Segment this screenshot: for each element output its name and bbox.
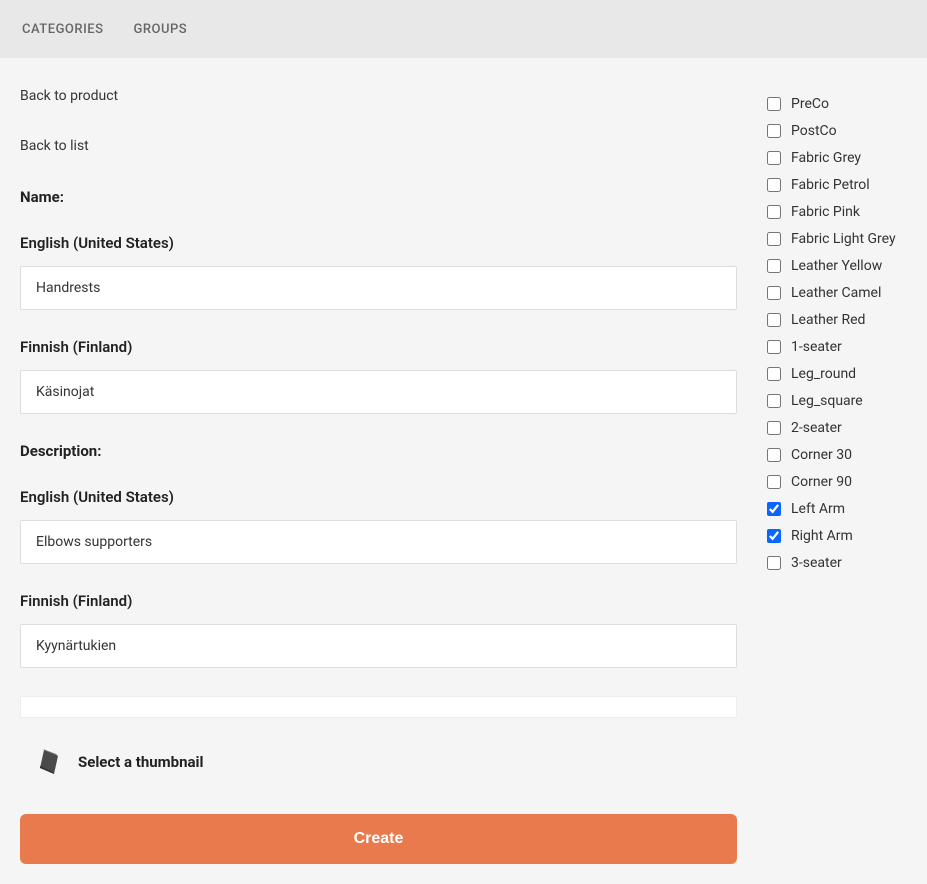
name-fi-label: Finnish (Finland) — [20, 338, 737, 356]
option-label[interactable]: PostCo — [791, 123, 837, 139]
option-checkbox[interactable] — [767, 556, 781, 570]
option-row: Fabric Light Grey — [767, 231, 907, 247]
options-panel: PreCo PostCo Fabric Grey Fabric Petrol Fabri… — [767, 88, 907, 884]
desc-en-input[interactable] — [20, 520, 737, 564]
option-row: 3-seater — [767, 555, 907, 571]
name-en-label: English (United States) — [20, 234, 737, 252]
desc-fi-input[interactable] — [20, 624, 737, 668]
option-label[interactable]: Right Arm — [791, 528, 853, 544]
tab-groups[interactable]: GROUPS — [133, 22, 187, 37]
option-checkbox[interactable] — [767, 313, 781, 327]
option-checkbox[interactable] — [767, 178, 781, 192]
option-checkbox[interactable] — [767, 259, 781, 273]
option-checkbox[interactable] — [767, 475, 781, 489]
option-checkbox[interactable] — [767, 124, 781, 138]
option-row: Fabric Pink — [767, 204, 907, 220]
option-label[interactable]: 3-seater — [791, 555, 842, 571]
option-checkbox[interactable] — [767, 367, 781, 381]
option-row: Corner 30 — [767, 447, 907, 463]
option-checkbox[interactable] — [767, 394, 781, 408]
option-label[interactable]: Leather Yellow — [791, 258, 882, 274]
option-checkbox[interactable] — [767, 529, 781, 543]
name-section-label: Name: — [20, 188, 737, 206]
option-row: 1-seater — [767, 339, 907, 355]
option-row: PostCo — [767, 123, 907, 139]
thumbnail-icon — [38, 748, 60, 776]
option-label[interactable]: Leg_round — [791, 366, 856, 382]
thumbnail-selector[interactable]: Select a thumbnail — [20, 748, 737, 776]
option-checkbox[interactable] — [767, 286, 781, 300]
option-label[interactable]: Fabric Grey — [791, 150, 861, 166]
create-button[interactable]: Create — [20, 814, 737, 864]
option-row: Leather Camel — [767, 285, 907, 301]
option-row: Right Arm — [767, 528, 907, 544]
option-row: Leg_square — [767, 393, 907, 409]
option-label[interactable]: PreCo — [791, 96, 829, 112]
option-label[interactable]: Corner 30 — [791, 447, 852, 463]
option-row: Fabric Grey — [767, 150, 907, 166]
option-label[interactable]: Fabric Pink — [791, 204, 860, 220]
option-checkbox[interactable] — [767, 151, 781, 165]
empty-bar — [20, 696, 737, 718]
desc-en-label: English (United States) — [20, 488, 737, 506]
option-row: Left Arm — [767, 501, 907, 517]
option-label[interactable]: Fabric Light Grey — [791, 231, 896, 247]
tab-categories[interactable]: CATEGORIES — [22, 22, 103, 37]
option-label[interactable]: 1-seater — [791, 339, 842, 355]
option-label[interactable]: 2-seater — [791, 420, 842, 436]
option-label[interactable]: Left Arm — [791, 501, 845, 517]
option-label[interactable]: Leather Camel — [791, 285, 881, 301]
option-checkbox[interactable] — [767, 502, 781, 516]
option-row: Corner 90 — [767, 474, 907, 490]
option-label[interactable]: Fabric Petrol — [791, 177, 870, 193]
back-to-list-link[interactable]: Back to list — [20, 138, 89, 154]
name-fi-input[interactable] — [20, 370, 737, 414]
desc-fi-label: Finnish (Finland) — [20, 592, 737, 610]
option-checkbox[interactable] — [767, 448, 781, 462]
option-label[interactable]: Leg_square — [791, 393, 863, 409]
option-checkbox[interactable] — [767, 97, 781, 111]
option-row: Leather Yellow — [767, 258, 907, 274]
option-checkbox[interactable] — [767, 421, 781, 435]
thumbnail-label: Select a thumbnail — [78, 753, 203, 771]
name-en-input[interactable] — [20, 266, 737, 310]
option-checkbox[interactable] — [767, 232, 781, 246]
option-label[interactable]: Corner 90 — [791, 474, 852, 490]
option-checkbox[interactable] — [767, 340, 781, 354]
option-row: PreCo — [767, 96, 907, 112]
option-row: Fabric Petrol — [767, 177, 907, 193]
back-to-product-link[interactable]: Back to product — [20, 88, 118, 104]
option-row: Leg_round — [767, 366, 907, 382]
option-checkbox[interactable] — [767, 205, 781, 219]
option-label[interactable]: Leather Red — [791, 312, 865, 328]
option-row: 2-seater — [767, 420, 907, 436]
desc-section-label: Description: — [20, 442, 737, 460]
tab-bar: CATEGORIES GROUPS — [0, 0, 927, 58]
option-row: Leather Red — [767, 312, 907, 328]
